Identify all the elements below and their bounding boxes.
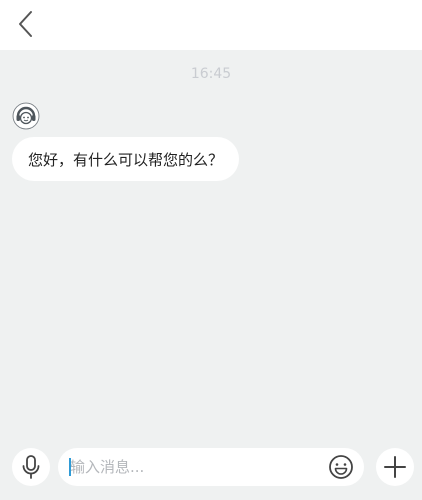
back-button[interactable] bbox=[10, 8, 42, 40]
message-timestamp: 16:45 bbox=[190, 66, 232, 82]
support-agent-avatar-icon bbox=[12, 102, 40, 130]
message-bubble[interactable]: 您好，有什么可以帮您的么？ bbox=[12, 137, 240, 181]
voice-input-button[interactable] bbox=[12, 448, 50, 486]
microphone-icon bbox=[22, 455, 40, 479]
plus-icon bbox=[384, 456, 406, 478]
smiley-face-icon bbox=[329, 455, 353, 479]
message-input-container[interactable] bbox=[58, 448, 364, 486]
message-text: 您好，有什么可以帮您的么？ bbox=[28, 150, 224, 169]
emoji-button[interactable] bbox=[326, 452, 356, 482]
message-composer bbox=[0, 440, 422, 500]
chat-area[interactable]: 16:45 您好，有什么可以帮您的么？ bbox=[0, 50, 422, 500]
message-input[interactable] bbox=[70, 448, 320, 486]
more-options-button[interactable] bbox=[376, 448, 414, 486]
chevron-left-icon bbox=[19, 11, 32, 37]
agent-avatar[interactable] bbox=[12, 102, 40, 130]
top-bar bbox=[0, 0, 422, 50]
text-cursor bbox=[69, 458, 71, 476]
